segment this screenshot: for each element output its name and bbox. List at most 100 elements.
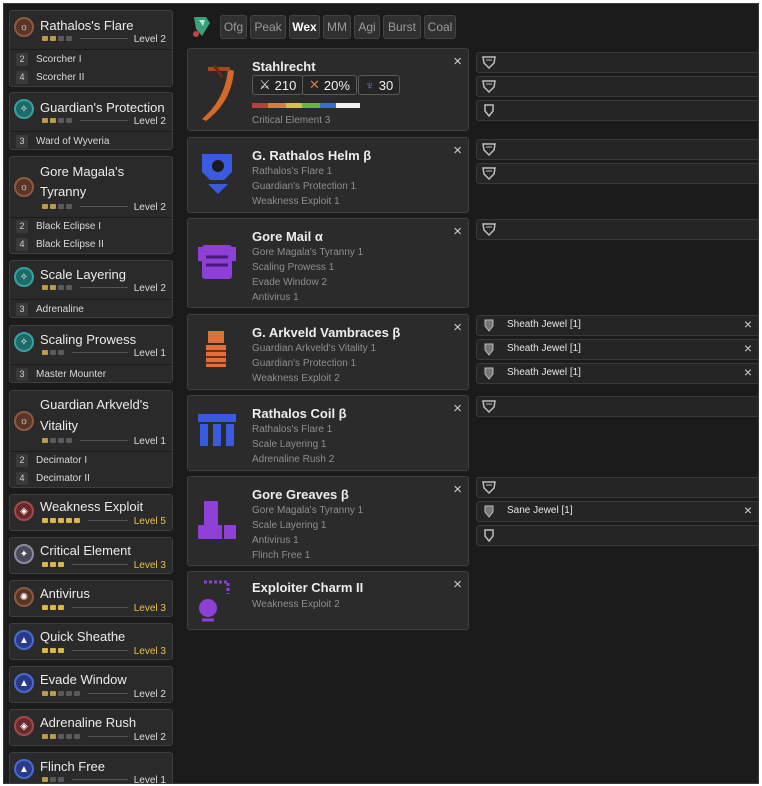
weapon-slot-1[interactable]: [476, 52, 758, 73]
skill-card-rathalos-flare[interactable]: ☼ Rathalos's Flare Level 2 2 Scorcher I 4…: [9, 10, 173, 87]
slot-icon: [481, 504, 497, 519]
leg-slot-3[interactable]: [476, 525, 758, 546]
filter-peak[interactable]: Peak: [250, 15, 286, 39]
weapon-slot-2[interactable]: [476, 76, 758, 97]
skill-level-bar: Level 2: [42, 283, 172, 295]
jewel-name: Sane Jewel [1]: [507, 505, 573, 516]
skill-card-gore-magalas-tyranny[interactable]: ☼ Gore Magala's Tyranny Level 2 2 Black E…: [9, 156, 173, 254]
sharpness-bar: [252, 103, 360, 108]
head-armor-card[interactable]: G. Rathalos Helm β × Rathalos's Flare 1 …: [187, 137, 469, 213]
armor-name: Rathalos Coil β: [252, 406, 347, 421]
armor-skill: Guardian Arkveld's Vitality 1: [252, 343, 377, 354]
armor-skill: Scaling Prowess 1: [252, 262, 335, 273]
weapon-slot-3[interactable]: [476, 100, 758, 121]
chest-slot-1[interactable]: [476, 219, 758, 240]
skill-card-guardian-arkveld-vitality[interactable]: ☼ Guardian Arkveld's Vitality Level 1 2D…: [9, 390, 173, 488]
remove-armor-icon[interactable]: ×: [453, 481, 462, 498]
filter-mm[interactable]: MM: [323, 15, 351, 39]
remove-armor-icon[interactable]: ×: [453, 142, 462, 159]
skill-level-bar: Level 2: [42, 34, 172, 46]
remove-charm-icon[interactable]: ×: [453, 576, 462, 593]
wyvern-slot-icon: [481, 55, 497, 70]
armor-skill: Weakness Exploit 1: [252, 196, 340, 207]
leg-slot-2[interactable]: Sane Jewel [1] ×: [476, 501, 758, 522]
skill-name-line1: Guardian Arkveld's: [40, 397, 149, 412]
chest-armor-card[interactable]: Gore Mail α × Gore Magala's Tyranny 1 Sc…: [187, 218, 469, 308]
slot-icon: [481, 366, 497, 381]
skill-card-scaling-prowess[interactable]: ✧ Scaling Prowess Level 1 3 Master Mounte…: [9, 325, 173, 383]
slot-icon: [481, 103, 497, 118]
skill-name: Flinch Free: [40, 759, 106, 774]
chest-icon: [194, 239, 240, 285]
waist-armor-card[interactable]: Rathalos Coil β × Rathalos's Flare 1 Sca…: [187, 395, 469, 471]
wyvern-slot-icon: [481, 399, 497, 414]
app-frame: ☼ Rathalos's Flare Level 2 2 Scorcher I 4…: [3, 3, 759, 784]
armor-skill: Guardian's Protection 1: [252, 181, 357, 192]
remove-weapon-icon[interactable]: ×: [453, 53, 462, 70]
critical-element-skill-icon: ✦: [14, 544, 34, 564]
arm-slot-2[interactable]: Sheath Jewel [1] ×: [476, 339, 758, 360]
armor-skill: Scale Layering 1: [252, 439, 327, 450]
leg-slot-1[interactable]: [476, 477, 758, 498]
element-stat: ♆ 30: [358, 75, 401, 95]
remove-armor-icon[interactable]: ×: [453, 223, 462, 240]
skill-card-critical-element[interactable]: ✦ Critical Element Level 3: [9, 537, 173, 574]
head-slot-2[interactable]: [476, 163, 758, 184]
element-icon: ♆: [365, 77, 375, 93]
remove-jewel-icon[interactable]: ×: [744, 316, 752, 332]
waist-slot-1[interactable]: [476, 396, 758, 417]
set-bonus-row: 2 Decimator I: [16, 452, 87, 469]
set-bonus-row: 4 Black Eclipse II: [16, 236, 104, 253]
wyvern-slot-icon: [481, 79, 497, 94]
slot-icon: [481, 342, 497, 357]
arm-slot-3[interactable]: Sheath Jewel [1] ×: [476, 363, 758, 384]
remove-jewel-icon[interactable]: ×: [744, 340, 752, 356]
remove-armor-icon[interactable]: ×: [453, 319, 462, 336]
greaves-icon: [194, 497, 240, 543]
skill-card-guardians-protection[interactable]: ✧ Guardian's Protection Level 2 3 Ward of…: [9, 92, 173, 150]
remove-jewel-icon[interactable]: ×: [744, 364, 752, 380]
skill-level-bar: Level 1: [42, 775, 172, 783]
skill-level: Level 1: [133, 436, 166, 447]
skill-card-weakness-exploit[interactable]: ◈ Weakness Exploit Level 5: [9, 494, 173, 531]
guardian-skill-icon: ✧: [14, 99, 34, 119]
filter-ofg[interactable]: Ofg: [220, 15, 247, 39]
quick-sheathe-skill-icon: ▲: [14, 630, 34, 650]
arm-armor-card[interactable]: G. Arkveld Vambraces β × Guardian Arkvel…: [187, 314, 469, 390]
helm-icon: [194, 150, 240, 196]
filter-agi[interactable]: Agi: [354, 15, 380, 39]
skill-card-evade-window[interactable]: ▲ Evade Window Level 2: [9, 666, 173, 703]
wyvern-slot-icon: [481, 480, 497, 495]
skill-name: Weakness Exploit: [40, 499, 144, 514]
filter-wex[interactable]: Wex: [289, 15, 320, 39]
head-slot-1[interactable]: [476, 139, 758, 160]
skill-level-bar: Level 3: [42, 603, 172, 615]
skill-level: Level 3: [133, 560, 166, 571]
skill-name: Rathalos's Flare: [40, 18, 134, 33]
skill-name-line1: Gore Magala's: [40, 164, 125, 179]
antivirus-skill-icon: ✺: [14, 587, 34, 607]
slot-icon: [481, 318, 497, 333]
filter-coal[interactable]: Coal: [424, 15, 456, 39]
skill-card-quick-sheathe[interactable]: ▲ Quick Sheathe Level 3: [9, 623, 173, 660]
armor-name: Gore Mail α: [252, 229, 323, 244]
armor-name: Gore Greaves β: [252, 487, 349, 502]
skill-level: Level 2: [133, 34, 166, 45]
charm-card[interactable]: Exploiter Charm II × Weakness Exploit 2: [187, 571, 469, 630]
skill-level: Level 2: [133, 202, 166, 213]
skill-card-adrenaline-rush[interactable]: ◈ Adrenaline Rush Level 2: [9, 709, 173, 746]
skill-level-bar: Level 1: [42, 436, 172, 448]
set-bonus-row: 2 Black Eclipse I: [16, 218, 101, 235]
wyvern-slot-icon: [481, 142, 497, 157]
arm-slot-1[interactable]: Sheath Jewel [1] ×: [476, 315, 758, 336]
remove-armor-icon[interactable]: ×: [453, 400, 462, 417]
filter-burst[interactable]: Burst: [383, 15, 421, 39]
loadout-icon[interactable]: [190, 14, 214, 40]
jewel-name: Sheath Jewel [1]: [507, 319, 581, 330]
affinity-stat: ✕ 20%: [302, 75, 357, 95]
skill-card-flinch-free[interactable]: ▲ Flinch Free Level 1: [9, 752, 173, 783]
skill-card-antivirus[interactable]: ✺ Antivirus Level 3: [9, 580, 173, 617]
remove-jewel-icon[interactable]: ×: [744, 502, 752, 518]
leg-armor-card[interactable]: Gore Greaves β × Gore Magala's Tyranny 1…: [187, 476, 469, 566]
skill-card-scale-layering[interactable]: ✧ Scale Layering Level 2 3 Adrenaline: [9, 260, 173, 318]
